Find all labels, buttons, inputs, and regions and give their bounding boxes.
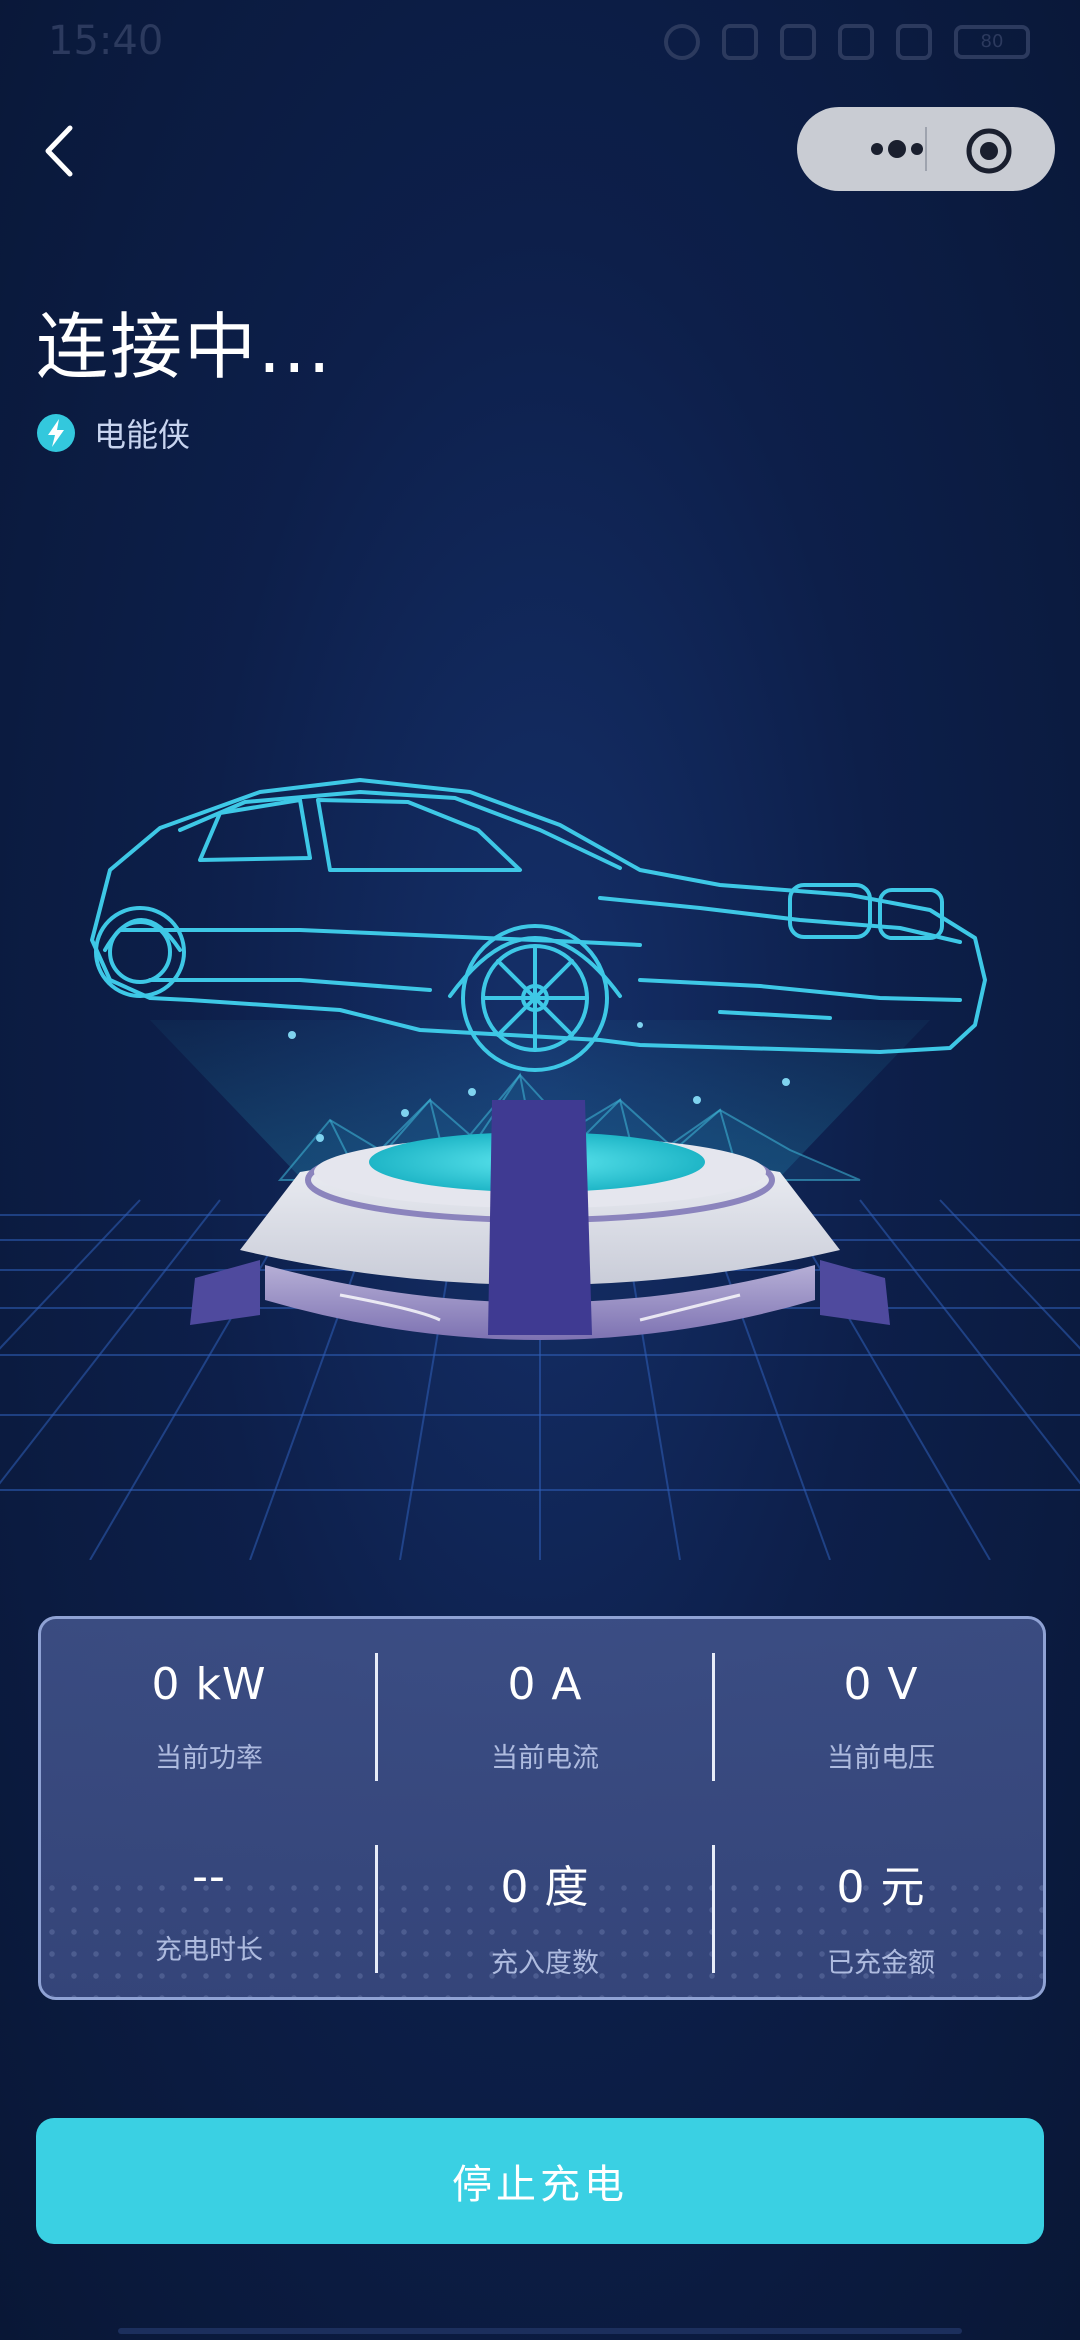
stat-amount: 0 元 已充金额 <box>713 1851 1049 1980</box>
battery-icon: 80 <box>954 25 1030 59</box>
alarm-icon <box>664 24 700 60</box>
status-time: 15:40 <box>48 18 164 64</box>
battery-level: 80 <box>980 31 1004 52</box>
stat-energy: 0 度 充入度数 <box>377 1851 713 1980</box>
stat-duration-value: -- <box>192 1851 226 1902</box>
stat-power-value: 0 kW <box>151 1659 267 1710</box>
home-indicator <box>118 2328 962 2334</box>
status-icons: 80 <box>664 24 1030 60</box>
signal-4g-icon-2 <box>896 24 932 60</box>
stat-current-label: 当前电流 <box>491 1743 599 1774</box>
brand-row: 电能侠 <box>36 410 190 456</box>
signal-4g-icon <box>838 24 874 60</box>
mini-program-capsule <box>797 107 1055 191</box>
stat-amount-value: 0 元 <box>836 1862 926 1913</box>
stat-duration-label: 充电时长 <box>155 1935 263 1966</box>
stop-charging-button[interactable]: 停止充电 <box>36 2118 1044 2244</box>
stat-duration: -- 充电时长 <box>41 1851 377 1967</box>
stat-power: 0 kW 当前功率 <box>41 1659 377 1775</box>
stat-current-value: 0 A <box>507 1659 583 1710</box>
hd-icon <box>780 24 816 60</box>
charging-illustration <box>0 778 1080 1560</box>
chevron-left-icon <box>45 125 73 177</box>
stat-amount-label: 已充金额 <box>827 1948 935 1979</box>
stat-power-label: 当前功率 <box>155 1743 263 1774</box>
capsule-divider <box>925 127 927 171</box>
page-title: 连接中... <box>36 305 333 389</box>
mute-icon <box>722 24 758 60</box>
status-bar: 15:40 80 <box>0 0 1080 84</box>
charging-page: 15:40 80 连接中... 电能侠 0 kW 当前功率 0 A 当前电流 0… <box>0 0 1080 2340</box>
stat-current: 0 A 当前电流 <box>377 1659 713 1775</box>
back-button[interactable] <box>34 118 90 184</box>
stat-energy-label: 充入度数 <box>491 1948 599 1979</box>
stat-energy-value: 0 度 <box>500 1862 590 1913</box>
stat-voltage: 0 V 当前电压 <box>713 1659 1049 1775</box>
target-circle-icon[interactable] <box>965 127 1013 175</box>
stat-voltage-label: 当前电压 <box>827 1743 935 1774</box>
stat-voltage-value: 0 V <box>843 1659 919 1710</box>
charging-stats-card: 0 kW 当前功率 0 A 当前电流 0 V 当前电压 -- 充电时长 0 度 … <box>38 1616 1046 2000</box>
brand-name: 电能侠 <box>94 416 191 454</box>
lightning-bolt-icon <box>37 414 75 452</box>
